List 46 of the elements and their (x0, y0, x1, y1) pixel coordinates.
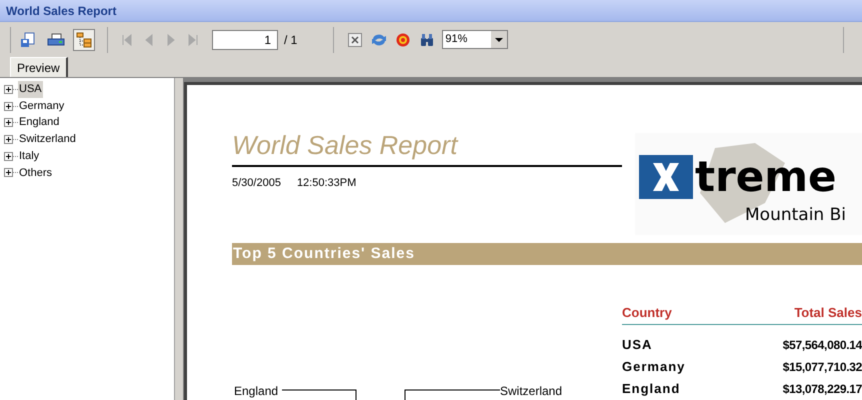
report-date: 5/30/2005 (232, 176, 281, 191)
close-button[interactable] (346, 30, 364, 48)
chart-label: Switzerland (500, 383, 562, 400)
table-cell: $15,077,710.32 (782, 358, 862, 374)
refresh-icon (371, 32, 388, 46)
tree-item[interactable]: Switzerland (18, 131, 77, 148)
printer-icon (47, 32, 65, 48)
table-cell: $13,078,229.17 (782, 380, 862, 396)
chart-label: England (234, 383, 278, 400)
x-logo-icon (639, 155, 693, 199)
expand-icon[interactable] (4, 134, 13, 144)
column-header: Country (622, 304, 672, 322)
table-cell: $57,564,080.14 (782, 336, 862, 352)
report-title: World Sales Report (232, 130, 460, 160)
last-page-icon (186, 32, 200, 46)
logo-text: treme (695, 155, 837, 199)
first-page-icon (120, 32, 134, 46)
group-tree-button[interactable] (73, 28, 95, 50)
tab[interactable]: Preview (10, 57, 68, 77)
table-cell: USA (622, 336, 652, 352)
table-cell: England (622, 380, 680, 396)
tree-item[interactable]: England (18, 114, 60, 131)
page-total: / 1 (284, 32, 298, 48)
binoculars-icon (420, 32, 434, 46)
expand-icon[interactable] (4, 152, 13, 161)
tree-item[interactable]: Italy (18, 148, 40, 164)
expand-icon[interactable] (4, 168, 13, 178)
close-icon (348, 32, 362, 46)
export-icon (20, 32, 36, 48)
page-number-field[interactable]: 1 (212, 30, 278, 50)
table-cell: Germany (622, 358, 686, 374)
report-time: 12:50:33PM (296, 176, 356, 191)
logo-subtext: Mountain Bi (745, 204, 846, 227)
section-title: Top 5 Countries' Sales (233, 244, 415, 264)
expand-icon[interactable] (4, 102, 13, 111)
zoom-dropdown[interactable]: 91% (442, 30, 508, 49)
tree-item[interactable]: Others (18, 164, 54, 182)
tree-item[interactable]: USA (18, 81, 43, 98)
tree-item[interactable]: Germany (18, 98, 66, 114)
stop-button[interactable] (394, 30, 412, 48)
window-title: World Sales Report (6, 2, 116, 20)
target-icon (396, 32, 410, 46)
expand-icon[interactable] (4, 118, 13, 128)
tree-icon (76, 32, 92, 48)
column-header: Total Sales (794, 304, 862, 322)
expand-icon[interactable] (4, 84, 13, 94)
